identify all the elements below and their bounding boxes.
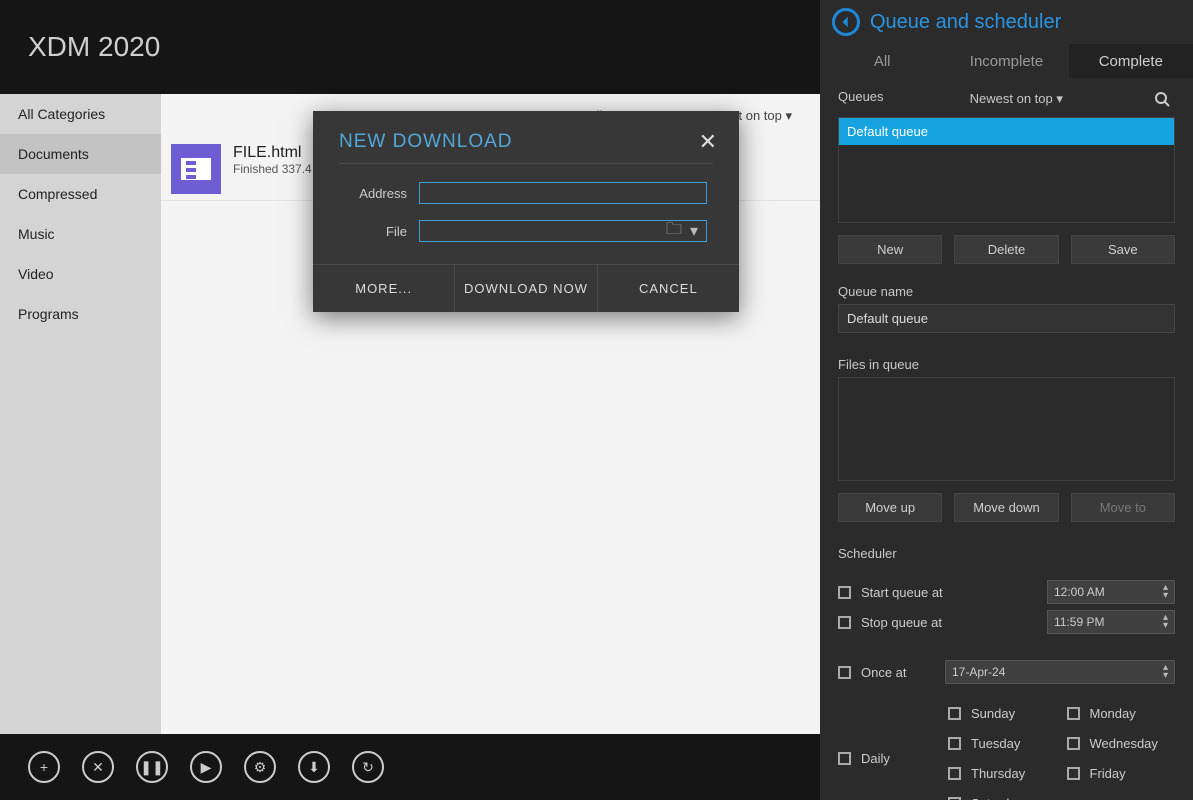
daily-checkbox[interactable]	[838, 752, 851, 765]
queues-label: Queues	[838, 89, 884, 104]
tab-complete[interactable]: Complete	[1069, 44, 1193, 78]
file-input[interactable]: 🗀 ▾	[419, 220, 707, 242]
queue-item-default[interactable]: Default queue	[839, 118, 1174, 145]
queue-delete-button[interactable]: Delete	[954, 235, 1058, 264]
tuesday-label: Tuesday	[971, 736, 1020, 751]
friday-label: Friday	[1090, 766, 1126, 781]
dialog-close-button[interactable]: ✕	[699, 129, 717, 155]
sidebar-item-compressed[interactable]: Compressed	[0, 174, 161, 214]
monday-checkbox[interactable]	[1067, 707, 1080, 720]
pause-button[interactable]: ❚❚	[136, 751, 168, 783]
thursday-label: Thursday	[971, 766, 1025, 781]
friday-checkbox[interactable]	[1067, 767, 1080, 780]
new-download-dialog: NEW DOWNLOAD ✕ Address File 🗀 ▾ MORE... …	[313, 111, 739, 312]
refresh-button[interactable]: ↻	[352, 751, 384, 783]
settings-button[interactable]: ⚙	[244, 751, 276, 783]
app-title: XDM 2020	[0, 0, 820, 94]
sidebar-item-documents[interactable]: Documents	[0, 134, 161, 174]
sidebar-item-video[interactable]: Video	[0, 254, 161, 294]
files-label: Files in queue	[838, 357, 1175, 372]
tab-incomplete[interactable]: Incomplete	[944, 44, 1068, 78]
once-label: Once at	[861, 665, 935, 680]
download-button[interactable]: ⬇	[298, 751, 330, 783]
stop-time-input[interactable]: 11:59 PM▴▾	[1047, 610, 1175, 634]
queue-list[interactable]: Default queue	[838, 117, 1175, 223]
move-up-button[interactable]: Move up	[838, 493, 942, 522]
start-time-input[interactable]: 12:00 AM▴▾	[1047, 580, 1175, 604]
sidebar-item-music[interactable]: Music	[0, 214, 161, 254]
queue-new-button[interactable]: New	[838, 235, 942, 264]
queue-name-label: Queue name	[838, 284, 1175, 299]
saturday-label: Saturday	[971, 796, 1023, 800]
cancel-button[interactable]: CANCEL	[597, 264, 739, 312]
wednesday-checkbox[interactable]	[1067, 737, 1080, 750]
address-input[interactable]	[419, 182, 707, 204]
address-label: Address	[345, 186, 407, 201]
right-panel-title: Queue and scheduler	[870, 11, 1061, 34]
sidebar-item-all[interactable]: All Categories	[0, 94, 161, 134]
queue-save-button[interactable]: Save	[1071, 235, 1175, 264]
stop-queue-checkbox[interactable]	[838, 616, 851, 629]
play-button[interactable]: ▶	[190, 751, 222, 783]
sunday-checkbox[interactable]	[948, 707, 961, 720]
once-date-input[interactable]: 17-Apr-24▴▾	[945, 660, 1175, 684]
start-queue-checkbox[interactable]	[838, 586, 851, 599]
more-button[interactable]: MORE...	[313, 264, 454, 312]
file-label: File	[345, 224, 407, 239]
move-to-button[interactable]: Move to	[1071, 493, 1175, 522]
folder-icon[interactable]: 🗀	[666, 218, 682, 245]
chevron-down-icon[interactable]: ▾	[690, 221, 698, 241]
thursday-checkbox[interactable]	[948, 767, 961, 780]
daily-label: Daily	[861, 751, 890, 766]
category-sidebar: All Categories Documents Compressed Musi…	[0, 94, 161, 800]
download-now-button[interactable]: DOWNLOAD NOW	[454, 264, 596, 312]
tuesday-checkbox[interactable]	[948, 737, 961, 750]
add-button[interactable]: +	[28, 751, 60, 783]
stop-queue-label: Stop queue at	[861, 615, 1037, 630]
sunday-label: Sunday	[971, 706, 1015, 721]
files-list[interactable]	[838, 377, 1175, 481]
cancel-button[interactable]: ✕	[82, 751, 114, 783]
move-down-button[interactable]: Move down	[954, 493, 1058, 522]
start-queue-label: Start queue at	[861, 585, 1037, 600]
dialog-title: NEW DOWNLOAD	[339, 131, 513, 153]
queue-name-input[interactable]	[838, 304, 1175, 333]
wednesday-label: Wednesday	[1090, 736, 1158, 751]
back-button[interactable]	[832, 8, 860, 36]
scheduler-label: Scheduler	[838, 546, 1175, 561]
tab-all[interactable]: All	[820, 44, 944, 78]
monday-label: Monday	[1090, 706, 1136, 721]
document-icon	[171, 144, 221, 194]
sidebar-item-programs[interactable]: Programs	[0, 294, 161, 334]
once-checkbox[interactable]	[838, 666, 851, 679]
search-icon[interactable]	[1149, 86, 1175, 112]
right-sort[interactable]: Newest on top ▾	[970, 91, 1063, 107]
